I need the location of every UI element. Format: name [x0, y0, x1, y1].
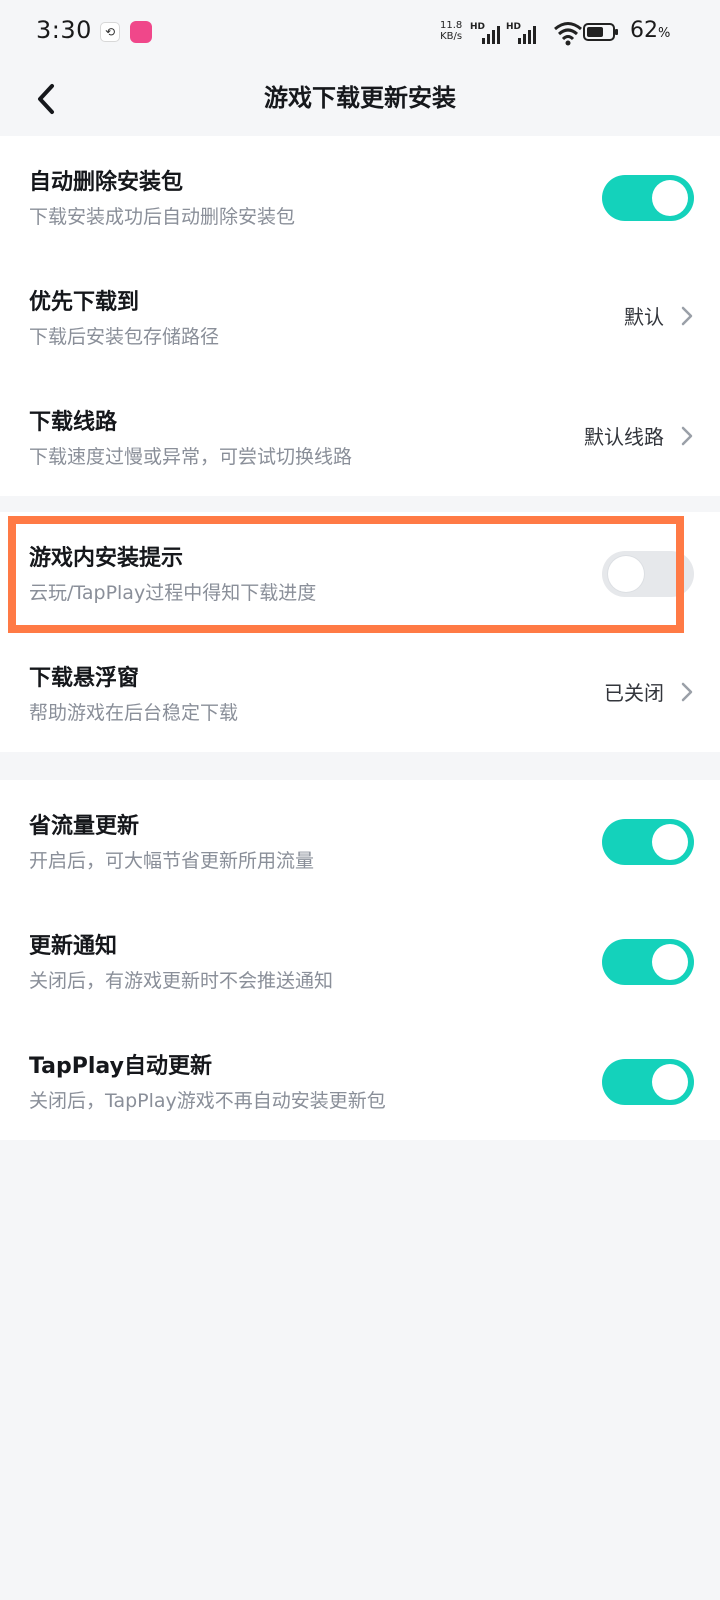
page-title: 游戏下载更新安装: [264, 84, 456, 112]
network-speed-value: 11.8: [440, 20, 463, 31]
tapplay-auto-update-toggle[interactable]: [602, 1059, 694, 1105]
settings-section-download: 自动删除安装包 下载安装成功后自动删除安装包 优先下载到 下载后安装包存储路径 …: [0, 136, 720, 496]
setting-title: 优先下载到: [29, 290, 140, 315]
battery-percent-symbol: %: [658, 26, 671, 41]
signal-strength-2-icon: HD: [506, 22, 536, 44]
setting-in-game-install-prompt[interactable]: 游戏内安装提示 云玩/TapPlay过程中得知下载进度: [0, 512, 720, 632]
app-notification-icon: ⟲: [100, 22, 120, 42]
setting-value: 默认: [624, 305, 664, 329]
setting-subtitle: 关闭后，TapPlay游戏不再自动安装更新包: [29, 1090, 386, 1112]
status-bar: 3:30 ⟲ 11.8 KB/s HD HD 62%: [0, 0, 720, 66]
setting-data-saving-update[interactable]: 省流量更新 开启后，可大幅节省更新所用流量: [0, 780, 720, 900]
settings-section-in-game: 游戏内安装提示 云玩/TapPlay过程中得知下载进度 下载悬浮窗 帮助游戏在后…: [0, 512, 720, 752]
toggle-knob: [652, 180, 688, 216]
setting-preferred-download-location[interactable]: 优先下载到 下载后安装包存储路径 默认: [0, 256, 720, 376]
setting-download-floating-window[interactable]: 下载悬浮窗 帮助游戏在后台稳定下载 已关闭: [0, 632, 720, 752]
battery-icon: [583, 23, 618, 41]
setting-subtitle: 开启后，可大幅节省更新所用流量: [29, 850, 315, 872]
toggle-knob: [652, 1064, 688, 1100]
toggle-knob: [608, 556, 644, 592]
top-app-bar: 游戏下载更新安装: [0, 66, 720, 136]
toggle-knob: [652, 944, 688, 980]
network-speed-unit: KB/s: [440, 31, 463, 42]
setting-tapplay-auto-update[interactable]: TapPlay自动更新 关闭后，TapPlay游戏不再自动安装更新包: [0, 1020, 720, 1140]
wifi-icon: [554, 22, 582, 46]
status-time: 3:30: [36, 16, 92, 44]
chevron-right-icon: [681, 426, 693, 446]
setting-title: 下载悬浮窗: [29, 666, 140, 691]
battery-percent-value: 62: [630, 18, 658, 43]
setting-download-route[interactable]: 下载线路 下载速度过慢或异常，可尝试切换线路 默认线路: [0, 376, 720, 496]
signal-strength-icon: HD: [470, 22, 500, 44]
setting-auto-delete-package[interactable]: 自动删除安装包 下载安装成功后自动删除安装包: [0, 136, 720, 256]
setting-subtitle: 下载后安装包存储路径: [29, 326, 220, 348]
setting-title: 游戏内安装提示: [29, 546, 184, 571]
chevron-right-icon: [681, 682, 693, 702]
setting-title: 下载线路: [29, 410, 118, 435]
app-notification-pink-icon: [130, 21, 152, 43]
setting-subtitle: 下载安装成功后自动删除安装包: [29, 206, 296, 228]
setting-title: TapPlay自动更新: [29, 1054, 212, 1079]
setting-subtitle: 下载速度过慢或异常，可尝试切换线路: [29, 446, 353, 468]
setting-title: 更新通知: [29, 934, 118, 959]
auto-delete-package-toggle[interactable]: [602, 175, 694, 221]
setting-value: 已关闭: [604, 681, 664, 705]
setting-subtitle: 关闭后，有游戏更新时不会推送通知: [29, 970, 334, 992]
setting-value: 默认线路: [584, 425, 664, 449]
battery-percent: 62%: [630, 18, 670, 43]
chevron-right-icon: [681, 306, 693, 326]
setting-update-notification[interactable]: 更新通知 关闭后，有游戏更新时不会推送通知: [0, 900, 720, 1020]
setting-title: 省流量更新: [29, 814, 140, 839]
setting-subtitle: 云玩/TapPlay过程中得知下载进度: [29, 582, 317, 604]
update-notification-toggle[interactable]: [602, 939, 694, 985]
network-speed: 11.8 KB/s: [440, 20, 462, 42]
setting-subtitle: 帮助游戏在后台稳定下载: [29, 702, 239, 724]
toggle-knob: [652, 824, 688, 860]
data-saving-update-toggle[interactable]: [602, 819, 694, 865]
setting-title: 自动删除安装包: [29, 170, 184, 195]
in-game-install-prompt-toggle[interactable]: [602, 551, 694, 597]
settings-section-update: 省流量更新 开启后，可大幅节省更新所用流量 更新通知 关闭后，有游戏更新时不会推…: [0, 780, 720, 1140]
